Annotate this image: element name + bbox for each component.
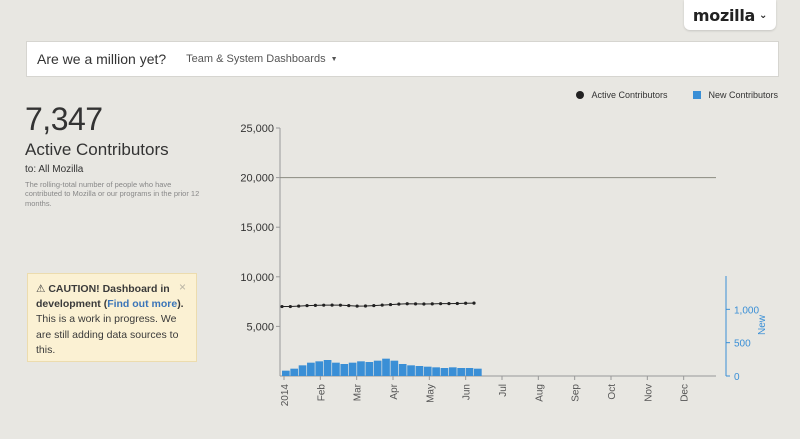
new-contributors-bar	[348, 362, 357, 376]
active-contributors-point	[297, 304, 301, 308]
new-contributors-bar	[432, 367, 440, 376]
y-tick-label: 5,000	[246, 321, 274, 333]
y2-tick-label: 1,000	[734, 305, 759, 316]
y-tick-label: 10,000	[240, 272, 274, 284]
y2-tick-label: 0	[734, 372, 740, 383]
x-tick-label: Nov	[643, 384, 654, 402]
new-contributors-bar	[415, 366, 424, 376]
x-tick-label: Mar	[353, 383, 364, 401]
active-contributors-point	[464, 301, 468, 305]
active-contributors-point	[447, 301, 451, 306]
x-tick-label: Sep	[571, 384, 582, 402]
new-contributors-bar	[373, 360, 382, 376]
new-contributors-bar	[465, 368, 474, 376]
active-contributors-point	[322, 303, 326, 307]
new-contributors-bar	[407, 365, 415, 376]
new-contributors-bar	[398, 364, 407, 376]
y2-tick-label: 500	[734, 339, 751, 350]
new-contributors-bar	[323, 360, 332, 376]
new-contributors-bar	[440, 368, 449, 376]
new-contributors-bar	[474, 368, 482, 376]
active-contributors-point	[288, 304, 292, 309]
active-contributors-point	[405, 302, 409, 306]
x-tick-label: May	[425, 384, 436, 403]
active-contributors-point	[430, 302, 434, 306]
active-contributors-point	[422, 302, 426, 306]
new-contributors-bar	[390, 360, 399, 376]
new-contributors-bar	[340, 364, 349, 376]
new-contributors-bar	[282, 370, 290, 376]
y2-axis-label: New	[757, 314, 768, 335]
contributors-chart: 25,000 20,000 15,000 10,000 5,000 2014 Feb Mar A…	[240, 123, 768, 407]
new-contributors-bar	[290, 368, 299, 376]
new-contributors-bar	[365, 362, 374, 376]
x-tick-label: Aug	[534, 384, 545, 402]
x-tick-label: Dec	[680, 384, 691, 402]
active-contributors-line	[282, 302, 475, 308]
y-tick-label: 20,000	[240, 173, 274, 185]
active-contributors-point	[472, 301, 476, 305]
active-contributors-point	[363, 304, 368, 308]
active-contributors-point	[305, 303, 309, 308]
x-tick-label: 2014	[280, 384, 291, 407]
active-contributors-point	[330, 303, 334, 307]
new-contributors-bar	[357, 361, 365, 376]
x-tick-label: Feb	[316, 384, 327, 402]
x-tick-label: Jun	[462, 384, 473, 400]
active-contributors-point	[413, 302, 418, 306]
new-contributors-bar	[423, 366, 432, 376]
active-contributors-point	[380, 303, 384, 307]
active-contributors-point	[347, 303, 351, 308]
new-contributors-bar	[307, 362, 315, 376]
active-contributors-point	[372, 303, 376, 308]
new-contributors-bar	[298, 365, 307, 376]
active-contributors-point	[397, 302, 401, 306]
new-contributors-bar	[332, 362, 340, 376]
active-contributors-point	[455, 301, 459, 306]
new-contributors-bar	[315, 361, 324, 376]
new-contributors-bar	[448, 367, 457, 376]
y-tick-label: 15,000	[240, 222, 274, 234]
active-contributors-point	[388, 302, 393, 307]
y-tick-label: 25,000	[240, 123, 274, 135]
active-contributors-point	[338, 303, 343, 307]
new-contributors-bar	[382, 358, 390, 376]
x-tick-label: Apr	[389, 383, 400, 399]
x-tick-label: Oct	[607, 384, 618, 400]
active-contributors-point	[439, 302, 443, 306]
new-contributors-bar	[457, 368, 465, 376]
active-contributors-point	[280, 304, 284, 309]
x-tick-label: Jul	[498, 384, 509, 397]
active-contributors-point	[313, 303, 317, 307]
active-contributors-point	[355, 304, 359, 308]
